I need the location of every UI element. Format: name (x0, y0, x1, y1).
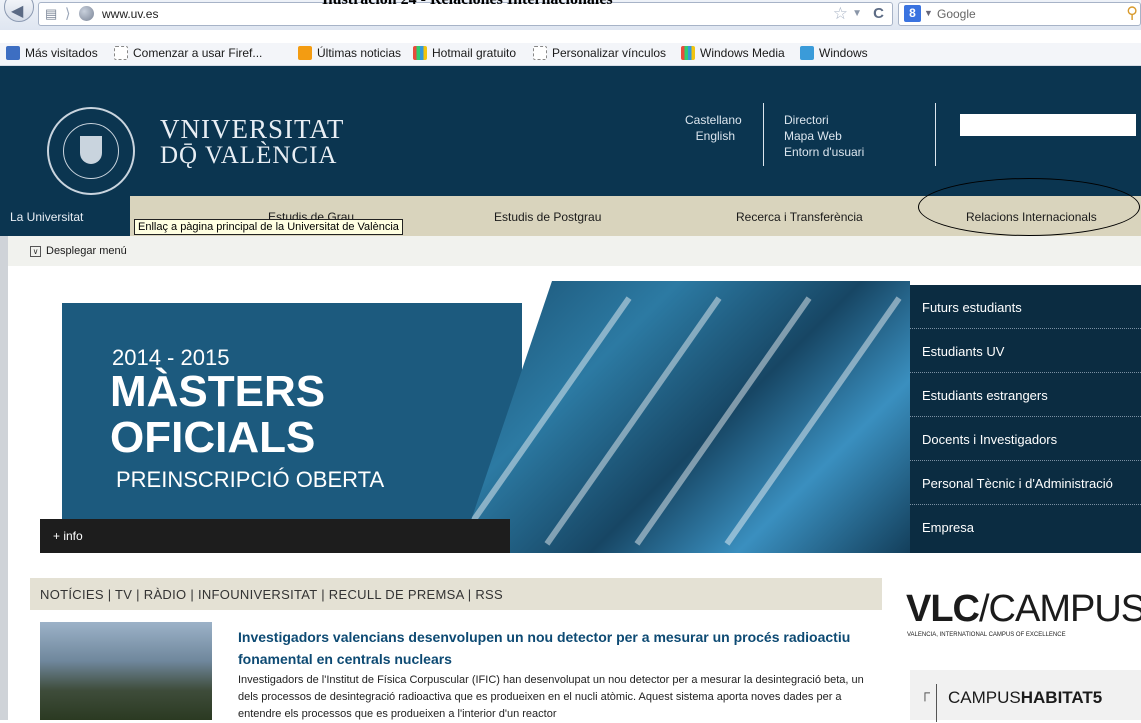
link-entorn-usuari[interactable]: Entorn d'usuari (784, 144, 864, 160)
banner-title-line1: MÀSTERS (110, 367, 326, 416)
engine-dropdown-icon[interactable]: ▼ (924, 8, 933, 18)
link-mapa-web[interactable]: Mapa Web (784, 128, 864, 144)
banner-subtitle: PREINSCRIPCIÓ OBERTA (116, 467, 385, 492)
menu-docents-investigadors[interactable]: Docents i Investigadors (910, 417, 1141, 461)
banner-title-line2: OFICIALS (110, 413, 316, 462)
shield-icon (80, 136, 102, 164)
header-links: Directori Mapa Web Entorn d'usuari (784, 112, 864, 160)
news-headline[interactable]: Investigadors valencians desenvolupen un… (238, 626, 858, 670)
bookmark-getting-started[interactable]: Comenzar a usar Firef... (114, 46, 262, 60)
audience-menu: Futurs estudiants Estudiants UV Estudian… (910, 285, 1141, 553)
document-caption: Ilustración 24 - Relaciones Internaciona… (0, 0, 1141, 8)
bookmark-windows[interactable]: Windows (800, 46, 868, 60)
link-directori[interactable]: Directori (784, 112, 864, 128)
menu-personal-tecnic[interactable]: Personal Tècnic i d'Administració (910, 461, 1141, 505)
menu-futurs-estudiants[interactable]: Futurs estudiants (910, 285, 1141, 329)
highlight-ellipse (918, 178, 1140, 236)
submenu-bar (0, 236, 1141, 266)
site-search-input[interactable] (960, 114, 1136, 136)
banner-info-bar[interactable]: + info (40, 519, 510, 553)
bookmark-hotmail[interactable]: Hotmail gratuito (413, 46, 516, 60)
photo-stripe (634, 296, 812, 546)
bookmark-customize-links[interactable]: Personalizar vínculos (533, 46, 666, 60)
bookmarks-toolbar: Más visitados Comenzar a usar Firef... Ú… (0, 43, 1141, 66)
search-engine-label: Google (937, 7, 976, 21)
globe-icon (79, 6, 94, 21)
habitat-logo-mark: ┌ (920, 684, 930, 700)
seal-ring (63, 123, 119, 179)
header-divider (935, 103, 936, 166)
lang-castellano[interactable]: Castellano (685, 112, 742, 128)
left-gutter (0, 236, 8, 720)
bookmark-icon (6, 46, 20, 60)
menu-empresa[interactable]: Empresa (910, 505, 1141, 549)
menu-estudiants-estrangers[interactable]: Estudiants estrangers (910, 373, 1141, 417)
campus-habitat-promo[interactable]: ┌ CAMPUSHABITAT5 (910, 670, 1141, 722)
nav-recerca[interactable]: Recerca i Transferència (736, 210, 863, 224)
vlc-campus-logo: VLC/CAMPUS (906, 588, 1141, 630)
bookmark-windows-media[interactable]: Windows Media (681, 46, 785, 60)
news-tabs[interactable]: NOTÍCIES | TV | RÀDIO | INFOUNIVERSITAT … (30, 578, 882, 610)
nav-la-universitat[interactable]: La Universitat (0, 196, 130, 236)
habitat-logo-text: CAMPUSHABITAT5 (948, 688, 1103, 707)
chevron-down-icon[interactable]: ▼ (852, 8, 862, 19)
history-icon[interactable]: ▤ (45, 6, 57, 22)
expand-menu-label[interactable]: Desplegar menú (46, 245, 127, 257)
windows-flag-icon (681, 46, 695, 60)
logo-text-line2[interactable]: DǬ VALÈNCIA (160, 142, 337, 170)
windows-flag-icon (413, 46, 427, 60)
url-text[interactable]: www.uv.es (102, 7, 158, 21)
rss-icon (298, 46, 312, 60)
lang-english[interactable]: English (685, 128, 735, 144)
photo-stripe (544, 296, 722, 546)
bookmark-most-visited[interactable]: Más visitados (6, 46, 98, 60)
news-summary: Investigadors de l'Institut de Física Co… (238, 674, 864, 720)
habitat-divider (936, 684, 937, 722)
header-divider (763, 103, 764, 166)
bookmark-latest-news[interactable]: Últimas noticias (298, 46, 401, 60)
expand-menu-icon[interactable]: ∨ (30, 246, 41, 257)
menu-estudiants-uv[interactable]: Estudiants UV (910, 329, 1141, 373)
logo-text-line1[interactable]: VNIVERSITAT (160, 114, 344, 145)
hero-banner[interactable]: 2014 - 2015 MÀSTERS OFICIALS PREINSCRIPC… (40, 281, 910, 553)
banner-info-link[interactable]: + info (53, 529, 83, 543)
vlc-campus-promo[interactable]: VLC/CAMPUS VALENCIA, INTERNATIONAL CAMPU… (906, 588, 1141, 638)
language-switcher: Castellano English (685, 112, 742, 144)
page-icon (533, 46, 547, 60)
vlc-campus-tagline: VALENCIA, INTERNATIONAL CAMPUS OF EXCELL… (907, 632, 1066, 638)
page-icon (114, 46, 128, 60)
news-photo[interactable] (40, 622, 212, 720)
university-seal-logo[interactable] (47, 107, 135, 195)
photo-stripe (724, 296, 902, 546)
nav-estudis-postgrau[interactable]: Estudis de Postgrau (494, 210, 601, 224)
building-photo (460, 281, 910, 553)
windows-logo-icon (800, 46, 814, 60)
tooltip: Enllaç a pàgina principal de la Universi… (134, 219, 403, 235)
